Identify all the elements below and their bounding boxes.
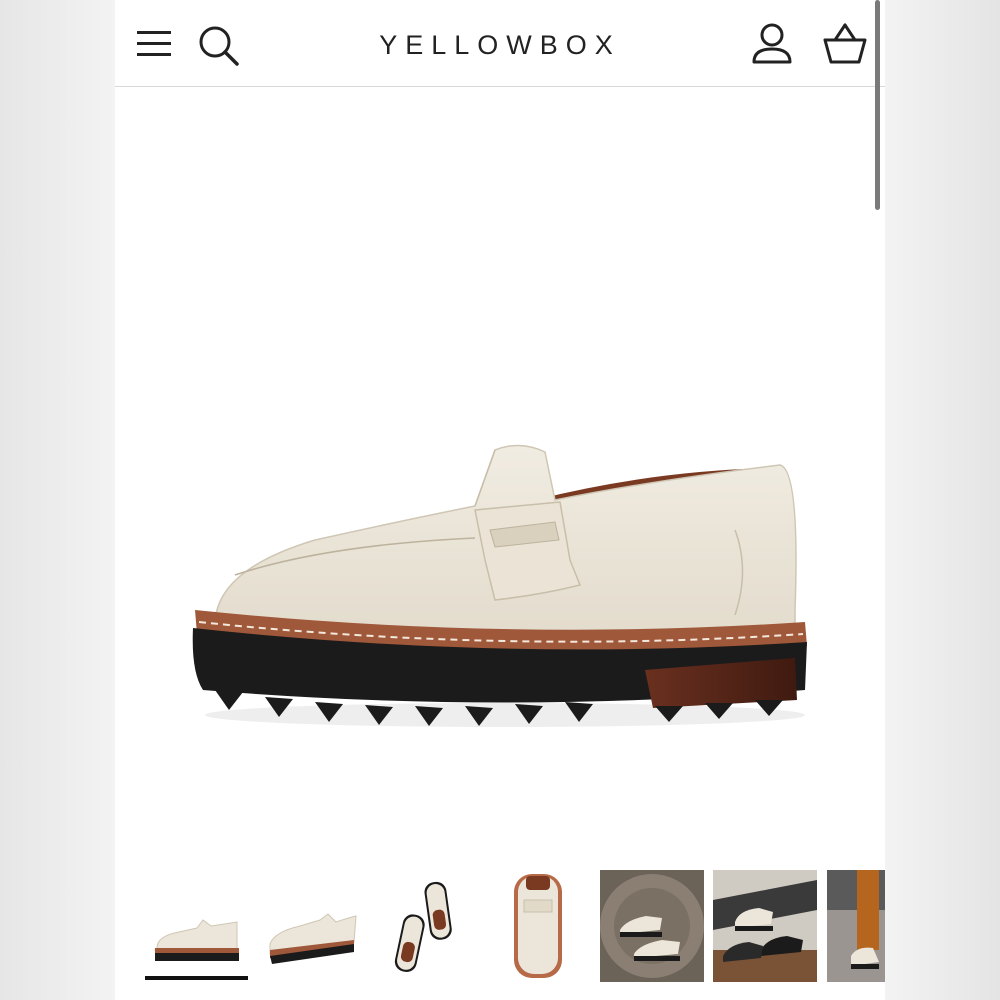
account-button[interactable] xyxy=(751,22,793,66)
background-right xyxy=(885,0,1000,1000)
product-hero-image[interactable] xyxy=(175,410,825,750)
thumbnail-strip xyxy=(115,870,885,1000)
thumbnail-lifestyle-barrel[interactable] xyxy=(600,870,704,982)
search-button[interactable] xyxy=(197,24,241,68)
thumbnail-angle-view[interactable] xyxy=(260,870,364,982)
menu-icon xyxy=(137,31,171,56)
brand-logo[interactable]: YELLOWBOX xyxy=(315,30,685,61)
menu-button[interactable] xyxy=(135,26,175,62)
basket-icon xyxy=(823,23,867,64)
thumbnail-top-pair-view[interactable] xyxy=(375,870,479,982)
thumbnail-lifestyle-worn[interactable] xyxy=(827,870,885,982)
scrollbar-thumb[interactable] xyxy=(875,0,880,210)
search-icon xyxy=(199,26,239,66)
account-icon xyxy=(752,23,792,64)
thumbnail-lifestyle-bench[interactable] xyxy=(713,870,817,982)
product-page: YELLOWBOX xyxy=(115,0,885,1000)
thumbnail-side-view[interactable] xyxy=(145,870,249,982)
site-header: YELLOWBOX xyxy=(115,0,885,87)
loafer-illustration xyxy=(192,444,807,727)
thumbnail-closeup-top[interactable] xyxy=(490,870,594,982)
basket-button[interactable] xyxy=(821,22,869,66)
background-left xyxy=(0,0,115,1000)
active-thumbnail-indicator xyxy=(145,976,248,980)
